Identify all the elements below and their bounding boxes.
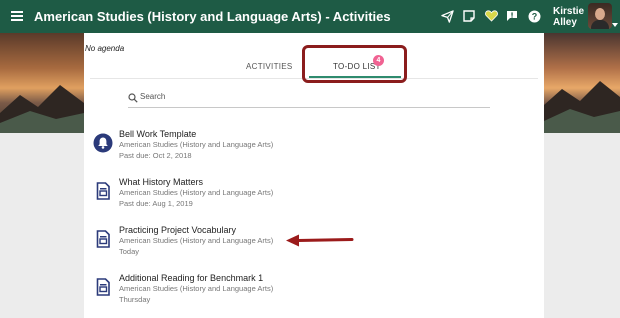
callout-highlight-box	[302, 45, 407, 83]
document-icon	[96, 182, 110, 200]
chevron-down-icon[interactable]	[612, 23, 618, 27]
search-icon	[128, 93, 138, 103]
todo-item-due: Today	[119, 247, 140, 256]
todo-item-due: Past due: Aug 1, 2019	[119, 199, 193, 208]
avatar[interactable]	[588, 3, 612, 29]
paper-plane-icon[interactable]	[440, 9, 454, 23]
document-icon	[96, 278, 110, 296]
todo-item-what-history-matters[interactable]: What History Matters American Studies (H…	[93, 177, 513, 217]
banner-image-right	[544, 33, 620, 133]
todo-item-bell-work-template[interactable]: Bell Work Template American Studies (His…	[93, 129, 513, 169]
todo-item-course: American Studies (History and Language A…	[119, 236, 274, 245]
todo-item-title: What History Matters	[119, 177, 204, 187]
user-name[interactable]: Kirstie Alley	[553, 6, 584, 28]
search-input[interactable]	[140, 92, 480, 101]
todo-item-course: American Studies (History and Language A…	[119, 140, 274, 149]
page-title: American Studies (History and Language A…	[34, 9, 391, 24]
heart-icon[interactable]	[484, 9, 498, 23]
user-first-name: Kirstie	[553, 6, 585, 17]
todo-item-course: American Studies (History and Language A…	[119, 284, 274, 293]
user-last-name: Alley	[553, 17, 577, 28]
todo-item-title: Additional Reading for Benchmark 1	[119, 273, 264, 283]
top-bar: American Studies (History and Language A…	[0, 0, 620, 33]
svg-text:?: ?	[531, 11, 537, 21]
banner-image-left	[0, 33, 84, 133]
alert-icon[interactable]	[505, 9, 519, 23]
menu-icon[interactable]	[11, 11, 23, 21]
todo-item-due: Thursday	[119, 295, 151, 304]
todo-item-course: American Studies (History and Language A…	[119, 188, 274, 197]
todo-item-title: Bell Work Template	[119, 129, 197, 139]
tab-activities[interactable]: ACTIVITIES	[246, 62, 293, 71]
document-icon	[96, 230, 110, 248]
help-icon[interactable]: ?	[527, 9, 541, 23]
notes-icon[interactable]	[462, 9, 476, 23]
bell-icon	[93, 133, 113, 153]
callout-arrow	[286, 234, 354, 247]
todo-item-due: Past due: Oct 2, 2018	[119, 151, 192, 160]
search-bar	[128, 91, 490, 108]
todo-item-additional-reading-benchmark[interactable]: Additional Reading for Benchmark 1 Ameri…	[93, 273, 513, 313]
agenda-text: No agenda	[85, 44, 125, 53]
todo-item-title: Practicing Project Vocabulary	[119, 225, 237, 235]
